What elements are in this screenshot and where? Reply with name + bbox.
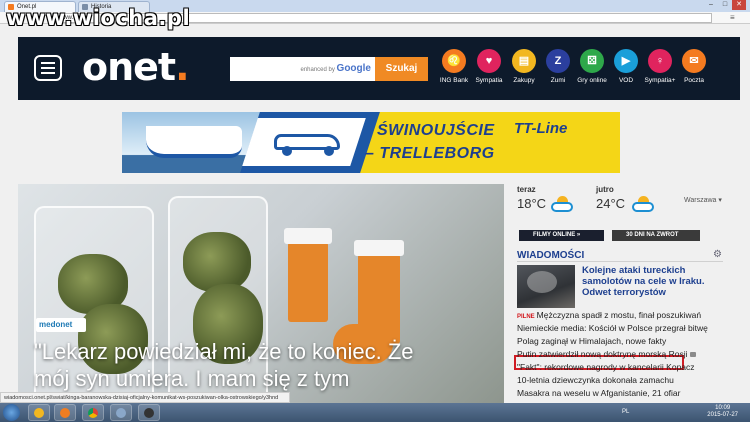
folder-icon xyxy=(34,408,44,418)
taskbar-app[interactable] xyxy=(138,404,160,421)
partly-cloudy-icon xyxy=(551,196,573,212)
service-poczta[interactable]: ✉ Poczta xyxy=(676,49,712,84)
status-bar-url: wiadomosci.onet.pl/swiat/kinga-baranowsk… xyxy=(0,392,290,403)
basket-icon: ▤ xyxy=(512,49,536,73)
search-hint: enhanced by Google xyxy=(300,63,372,74)
lion-icon: ♌ xyxy=(442,49,466,73)
tt-line-logo: TT-Line xyxy=(514,120,568,137)
service-zakupy[interactable]: ▤ Zakupy xyxy=(506,49,542,84)
search-button[interactable]: Szukaj xyxy=(375,57,428,81)
media-icon xyxy=(60,408,70,418)
news-item[interactable]: Masakra na weselu w Afganistanie, 21 ofi… xyxy=(517,388,713,398)
watermark: www.wiocha.pl xyxy=(6,6,191,30)
service-zumi[interactable]: Z Zumi xyxy=(540,49,576,84)
start-button[interactable] xyxy=(3,404,20,421)
page: onet. enhanced by Google Szukaj ♌ ING Ba… xyxy=(0,24,750,405)
lead-news-headline[interactable]: Kolejne ataki tureckich samolotów na cel… xyxy=(582,265,722,298)
promo-filmy-online[interactable]: FILMY ONLINE » xyxy=(519,230,604,241)
gear-icon[interactable]: ⚙ xyxy=(713,249,722,260)
zumi-icon: Z xyxy=(546,49,570,73)
couple-icon: ♀ xyxy=(648,49,672,73)
promo-30-dni[interactable]: 30 DNI NA ZWROT xyxy=(612,230,700,241)
hamburger-menu-button[interactable] xyxy=(34,55,62,81)
banner-line-1: ŚWINOUJŚCIE xyxy=(377,122,495,139)
breaking-badge: PILNE xyxy=(517,314,535,320)
chevron-down-icon: ▾ xyxy=(718,197,722,204)
lead-news-image[interactable] xyxy=(517,265,575,308)
clock[interactable]: 10:09 2015-07-27 xyxy=(707,405,738,419)
maximize-icon[interactable]: □ xyxy=(718,0,732,10)
service-gry-online[interactable]: ⚄ Gry online xyxy=(574,49,610,84)
service-ing-bank[interactable]: ♌ ING Bank xyxy=(436,49,472,84)
partly-cloudy-icon xyxy=(632,196,654,212)
partner-badge: medonet xyxy=(36,318,86,332)
section-heading-news[interactable]: WIADOMOŚCI xyxy=(517,250,723,262)
onet-logo[interactable]: onet. xyxy=(82,45,190,89)
minimize-icon[interactable]: – xyxy=(704,0,718,10)
weather-tomorrow[interactable]: jutro 24°C xyxy=(596,185,625,211)
taskbar-app[interactable] xyxy=(110,404,132,421)
search-input[interactable]: enhanced by Google xyxy=(230,57,375,81)
site-header: onet. enhanced by Google Szukaj ♌ ING Ba… xyxy=(18,37,740,100)
weather-city-select[interactable]: Warszawa ▾ xyxy=(684,196,722,204)
language-indicator[interactable]: PL xyxy=(622,409,629,415)
heart-icon: ♥ xyxy=(477,49,501,73)
mail-icon: ✉ xyxy=(682,49,706,73)
news-item[interactable]: Niemieckie media: Kościół w Polsce przeg… xyxy=(517,323,713,333)
taskbar-media[interactable] xyxy=(54,404,76,421)
banner-line-2: – TRELLEBORG xyxy=(365,145,495,162)
taskbar-chrome[interactable] xyxy=(82,404,104,421)
chrome-icon xyxy=(88,408,98,418)
news-item[interactable]: "Fakt": rekordowe nagrody w kancelarii K… xyxy=(517,362,713,372)
play-icon: ▶ xyxy=(614,49,638,73)
taskbar-explorer[interactable] xyxy=(28,404,50,421)
news-item[interactable]: 10-letnia dziewczynka dokonała zamachu xyxy=(517,375,713,385)
menu-icon[interactable]: ≡ xyxy=(730,13,735,22)
news-item[interactable]: Polag zaginął w Himalajach, nowe fakty xyxy=(517,336,713,346)
service-sympatia-plus[interactable]: ♀ Sympatia+ xyxy=(642,49,678,84)
app-icon xyxy=(144,408,154,418)
close-icon[interactable]: ✕ xyxy=(732,0,746,10)
service-sympatia[interactable]: ♥ Sympatia xyxy=(471,49,507,84)
ad-banner[interactable]: ŚWINOUJŚCIE – TRELLEBORG TT-Line xyxy=(122,112,620,173)
service-vod[interactable]: ▶ VOD xyxy=(608,49,644,84)
hero-article[interactable]: medonet "Lekarz powiedział mi, że to kon… xyxy=(18,184,504,405)
taskbar: PL 10:09 2015-07-27 xyxy=(0,403,750,422)
app-icon xyxy=(116,408,126,418)
ferry-image xyxy=(146,126,242,158)
news-item[interactable]: Putin zatwierdził nową doktrynę morską R… xyxy=(517,349,713,359)
dice-icon: ⚄ xyxy=(580,49,604,73)
camera-icon xyxy=(689,352,696,358)
news-item[interactable]: PILNE Mężczyzna spadł z mostu, finał posz… xyxy=(517,310,713,322)
weather-now[interactable]: teraz 18°C xyxy=(517,185,546,211)
